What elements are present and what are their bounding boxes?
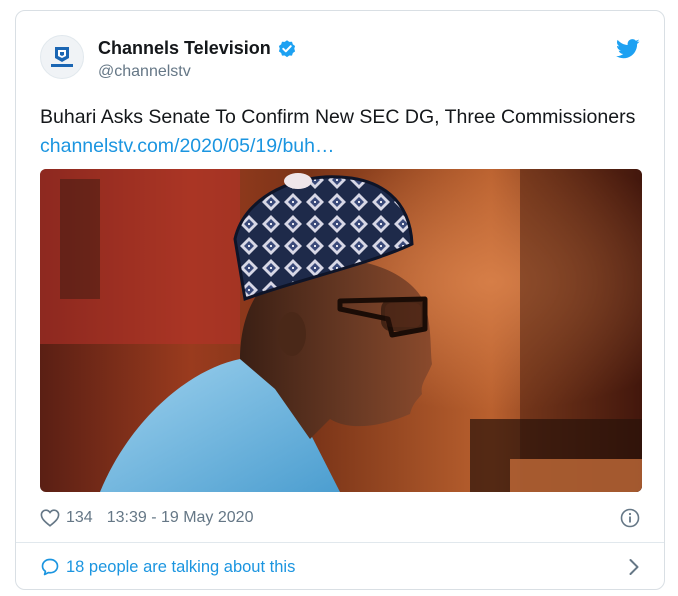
- heart-icon[interactable]: [40, 509, 60, 527]
- tweet-meta-row: 134 13:39 - 19 May 2020: [40, 507, 640, 529]
- chevron-right-icon[interactable]: [628, 558, 640, 576]
- photo-image: [40, 169, 642, 492]
- account-handle[interactable]: @channelstv: [98, 63, 191, 81]
- tweet-timestamp[interactable]: 13:39 - 19 May 2020: [107, 509, 254, 527]
- conversation-link[interactable]: 18 people are talking about this: [40, 555, 640, 579]
- footer-divider: [16, 542, 664, 543]
- tweet-card[interactable]: Channels Television @channelstv Buhari A…: [15, 10, 665, 590]
- like-count: 134: [66, 509, 93, 526]
- tweet-text: Buhari Asks Senate To Confirm New SEC DG…: [40, 103, 640, 161]
- avatar[interactable]: [40, 35, 84, 79]
- speech-bubble-icon: [41, 558, 59, 576]
- verified-badge-icon: [278, 39, 295, 57]
- like-action[interactable]: 134: [40, 509, 93, 527]
- account-name-row[interactable]: Channels Television: [98, 38, 297, 59]
- display-name[interactable]: Channels Television: [98, 38, 271, 59]
- info-icon[interactable]: [620, 508, 640, 528]
- tweet-link[interactable]: channelstv.com/2020/05/19/buh…: [40, 135, 335, 157]
- talking-about-text[interactable]: 18 people are talking about this: [66, 558, 295, 577]
- twitter-bird-icon[interactable]: [616, 39, 640, 64]
- channels-logo-icon: [51, 47, 73, 67]
- tweet-text-body: Buhari Asks Senate To Confirm New SEC DG…: [40, 106, 636, 128]
- tweet-photo[interactable]: [40, 169, 642, 492]
